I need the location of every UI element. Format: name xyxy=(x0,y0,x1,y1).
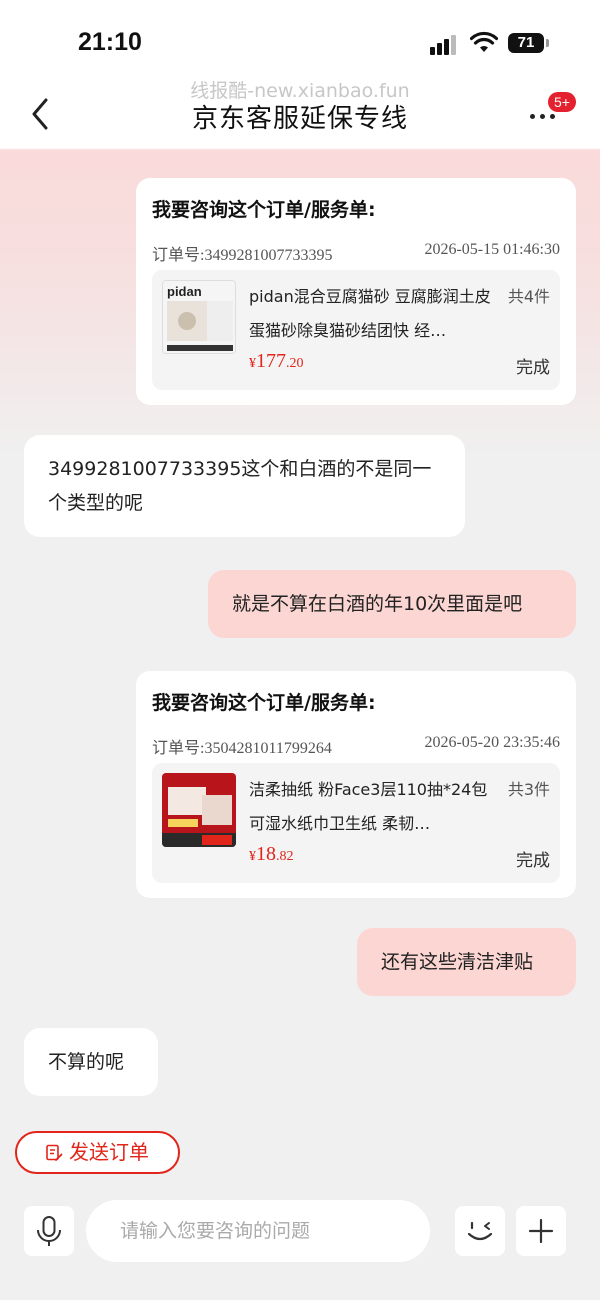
cat-litter-image-icon: pidan xyxy=(163,281,235,353)
input-bar xyxy=(0,1190,600,1300)
more-dot xyxy=(540,114,545,119)
order-card[interactable]: 我要咨询这个订单/服务单: 订单号:3499281007733395 2026-… xyxy=(136,178,576,405)
order-card[interactable]: 我要咨询这个订单/服务单: 订单号:3504281011799264 2026-… xyxy=(136,671,576,898)
price-decimal: .20 xyxy=(286,356,304,371)
product-box[interactable]: pidan pidan混合豆腐猫砂 豆腐膨润土皮蛋猫砂除臭猫砂结团快 经… 共4… xyxy=(152,270,560,390)
product-thumbnail xyxy=(162,773,236,847)
price-symbol: ¥ xyxy=(249,849,256,864)
page-title: 京东客服延保专线 xyxy=(191,104,408,134)
product-thumbnail: pidan xyxy=(162,280,236,354)
microphone-icon xyxy=(37,1216,61,1246)
thumb-brand: pidan xyxy=(167,284,202,299)
notification-badge: 5+ xyxy=(548,92,576,112)
send-order-button[interactable]: 发送订单 xyxy=(15,1131,180,1174)
price-integer: 18 xyxy=(256,843,276,865)
emoji-wink-icon xyxy=(467,1221,493,1241)
price-symbol: ¥ xyxy=(249,356,256,371)
message-text: 3499281007733395这个和白酒的不是同一个类型的呢 xyxy=(48,458,432,514)
message-input[interactable] xyxy=(86,1200,430,1262)
voice-input-button[interactable] xyxy=(24,1206,74,1256)
order-time: 2026-05-15 01:46:30 xyxy=(424,241,560,258)
status-time: 21:10 xyxy=(78,28,142,56)
order-edit-icon xyxy=(46,1144,63,1161)
more-dot xyxy=(550,114,555,119)
order-time: 2026-05-20 23:35:46 xyxy=(424,734,560,751)
message-text: 就是不算在白酒的年10次里面是吧 xyxy=(232,593,523,615)
order-card-title: 我要咨询这个订单/服务单: xyxy=(152,199,376,221)
status-bar: 21:10 71 xyxy=(0,0,600,80)
user-message: 还有这些清洁津贴 xyxy=(357,928,576,996)
cellular-signal-icon xyxy=(430,33,460,55)
price-integer: 177 xyxy=(256,350,286,372)
order-number: 订单号:3504281011799264 xyxy=(152,740,332,757)
product-count: 共4件 xyxy=(507,287,550,306)
order-card-title: 我要咨询这个订单/服务单: xyxy=(152,692,376,714)
battery-icon: 71 xyxy=(508,33,549,53)
agent-message: 3499281007733395这个和白酒的不是同一个类型的呢 xyxy=(24,435,465,537)
product-name: pidan混合豆腐猫砂 豆腐膨润土皮蛋猫砂除臭猫砂结团快 经… xyxy=(249,287,491,340)
product-box[interactable]: 洁柔抽纸 粉Face3层110抽*24包 可湿水纸巾卫生纸 柔韧… 共3件 ¥1… xyxy=(152,763,560,883)
more-actions-button[interactable] xyxy=(516,1206,566,1256)
plus-icon xyxy=(528,1218,554,1244)
emoji-button[interactable] xyxy=(455,1206,505,1256)
tissue-image-icon xyxy=(162,773,236,847)
product-price: ¥18.82 xyxy=(249,843,294,866)
more-dots-icon xyxy=(530,114,535,119)
user-message: 就是不算在白酒的年10次里面是吧 xyxy=(208,570,576,638)
nav-bar: 京东客服延保专线 xyxy=(0,80,600,150)
product-price: ¥177.20 xyxy=(249,350,304,373)
message-text: 不算的呢 xyxy=(48,1051,125,1073)
product-name: 洁柔抽纸 粉Face3层110抽*24包 可湿水纸巾卫生纸 柔韧… xyxy=(249,780,488,833)
product-count: 共3件 xyxy=(507,780,550,799)
message-text: 还有这些清洁津贴 xyxy=(381,951,534,973)
order-number: 订单号:3499281007733395 xyxy=(152,247,333,264)
price-decimal: .82 xyxy=(276,849,294,864)
order-status: 完成 xyxy=(516,358,550,378)
wifi-icon xyxy=(470,31,498,52)
send-order-label: 发送订单 xyxy=(69,1140,149,1164)
order-status: 完成 xyxy=(516,851,550,871)
agent-message: 不算的呢 xyxy=(24,1028,158,1096)
